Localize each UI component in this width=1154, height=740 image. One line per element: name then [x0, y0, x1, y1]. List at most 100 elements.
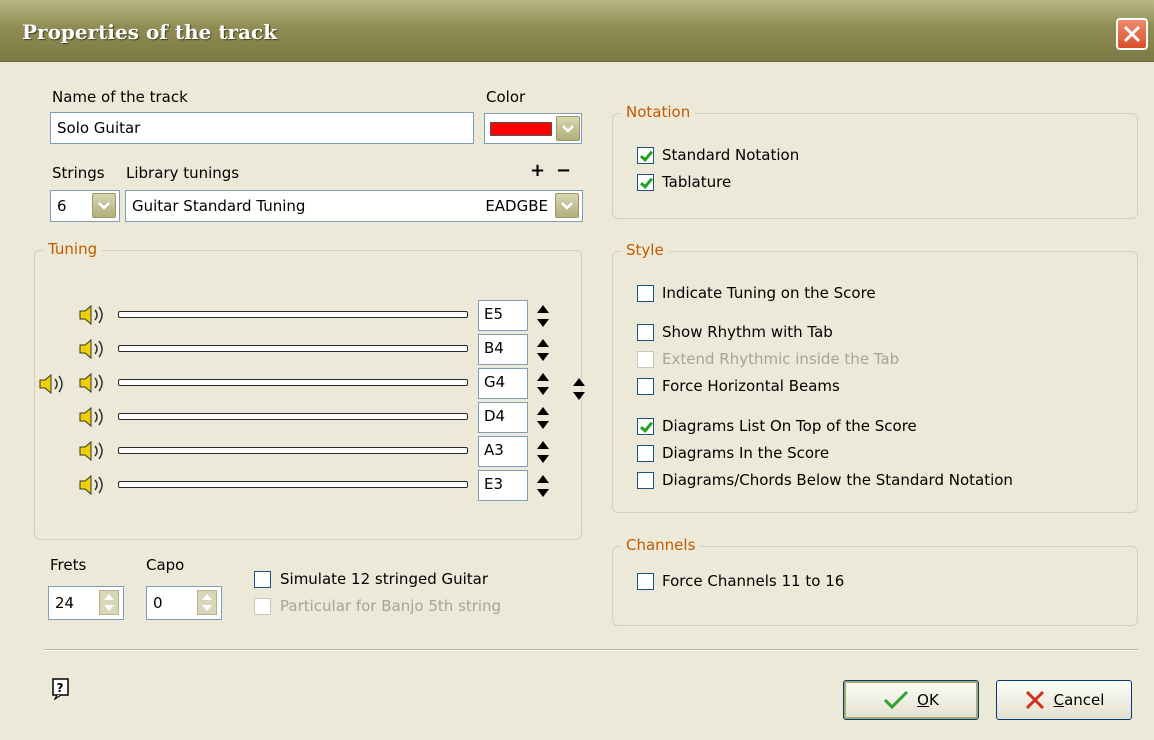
diagrams-chords-below-the-standard-notation-checkbox[interactable] [637, 472, 654, 489]
library-tunings-label: Library tunings [126, 164, 240, 182]
frets-input[interactable]: 24 [48, 586, 124, 620]
force-channels-11-to-16-checkbox[interactable] [637, 573, 654, 590]
tuning-note: E5 [484, 305, 504, 323]
string-line [118, 379, 468, 386]
strings-dropdown-button[interactable] [92, 193, 116, 218]
string-line [118, 311, 468, 318]
help-icon[interactable]: ? [52, 678, 70, 701]
tablature-label: Tablature [662, 173, 732, 191]
ok-label: OK [917, 691, 939, 709]
library-tunings-select[interactable]: Guitar Standard Tuning EADGBE [125, 190, 583, 222]
capo-input[interactable]: 0 [146, 586, 222, 620]
style-group-title: Style [621, 241, 669, 259]
string-line [118, 345, 468, 352]
spinner-arrows-icon [202, 594, 212, 611]
force-channels-11-to-16-label: Force Channels 11 to 16 [662, 572, 845, 590]
banjo-5th-string-checkbox [254, 598, 271, 615]
spinner-arrows-icon [104, 594, 114, 611]
capo-label: Capo [146, 556, 185, 574]
tuning-note-field[interactable]: D4 [478, 402, 528, 433]
extend-rhythmic-inside-the-tab-label: Extend Rhythmic inside the Tab [662, 350, 900, 368]
tuning-note-field[interactable]: A3 [478, 436, 528, 467]
tablature-checkbox[interactable] [637, 174, 654, 191]
color-picker[interactable] [484, 113, 582, 144]
close-button[interactable] [1116, 18, 1148, 50]
strings-select[interactable]: 6 [50, 190, 120, 222]
standard-notation-label: Standard Notation [662, 146, 800, 164]
up-down-arrows-icon[interactable] [536, 473, 550, 499]
capo-value: 0 [153, 594, 163, 612]
indicate-tuning-on-the-score-label: Indicate Tuning on the Score [662, 284, 876, 302]
diagrams-in-the-score-label: Diagrams In the Score [662, 444, 830, 462]
extend-rhythmic-inside-the-tab-checkbox [637, 351, 654, 368]
string-line [118, 413, 468, 420]
indicate-tuning-on-the-score-checkbox[interactable] [637, 285, 654, 302]
remove-tuning-button[interactable]: − [556, 160, 571, 181]
simulate-12-string-checkbox[interactable] [254, 571, 271, 588]
speaker-icon[interactable] [78, 372, 108, 394]
window-title: Properties of the track [22, 20, 278, 44]
speaker-icon[interactable] [78, 338, 108, 360]
up-down-arrows-icon[interactable] [536, 405, 550, 431]
diagrams-list-on-top-of-the-score-label: Diagrams List On Top of the Score [662, 417, 917, 435]
title-bar: Properties of the track [0, 0, 1154, 62]
tuning-note: B4 [484, 339, 504, 357]
up-down-arrows-icon[interactable] [536, 439, 550, 465]
color-label: Color [486, 88, 526, 106]
tuning-note-field[interactable]: E3 [478, 470, 528, 501]
banjo-5th-string-label: Particular for Banjo 5th string [280, 597, 502, 615]
speaker-icon[interactable] [38, 373, 68, 395]
tuning-note-field[interactable]: B4 [478, 334, 528, 365]
tuning-code: EADGBE [485, 197, 548, 215]
chevron-down-icon [562, 125, 574, 133]
force-horizontal-beams-checkbox[interactable] [637, 378, 654, 395]
tuning-name: Guitar Standard Tuning [132, 197, 306, 215]
frets-spinner[interactable] [99, 590, 119, 615]
add-tuning-button[interactable]: + [530, 160, 545, 181]
string-line [118, 447, 468, 454]
close-icon [1123, 25, 1141, 43]
notation-group: Notation [612, 103, 1138, 219]
track-name-input[interactable]: Solo Guitar [50, 112, 474, 144]
diagrams-in-the-score-checkbox[interactable] [637, 445, 654, 462]
svg-text:?: ? [57, 681, 64, 695]
tuning-note: G4 [484, 373, 506, 391]
chevron-down-icon [561, 202, 573, 210]
up-down-arrows-icon[interactable] [536, 371, 550, 397]
up-down-arrows-icon[interactable] [536, 303, 550, 329]
strings-value: 6 [57, 197, 67, 215]
notation-group-title: Notation [621, 103, 696, 121]
simulate-12-string-label: Simulate 12 stringed Guitar [280, 570, 489, 588]
tuning-note-field[interactable]: E5 [478, 300, 528, 331]
track-name-label: Name of the track [52, 88, 188, 106]
frets-value: 24 [55, 594, 75, 612]
tuning-note: D4 [484, 407, 506, 425]
cross-icon [1025, 690, 1044, 710]
color-dropdown-button[interactable] [556, 116, 580, 141]
cancel-label: Cancel [1053, 691, 1105, 709]
strings-label: Strings [52, 164, 105, 182]
footer-separator [44, 649, 1138, 651]
channels-group-title: Channels [621, 536, 701, 554]
library-dropdown-button[interactable] [555, 193, 579, 218]
tuning-note: E3 [484, 475, 504, 493]
ok-button[interactable]: OK [843, 680, 979, 720]
up-down-arrows-icon[interactable] [572, 376, 586, 402]
speaker-icon[interactable] [78, 304, 108, 326]
standard-notation-checkbox[interactable] [637, 147, 654, 164]
capo-spinner[interactable] [197, 590, 217, 615]
tuning-group-title: Tuning [43, 240, 103, 258]
track-name-value: Solo Guitar [57, 119, 141, 137]
up-down-arrows-icon[interactable] [536, 337, 550, 363]
speaker-icon[interactable] [78, 406, 108, 428]
check-icon [884, 690, 909, 710]
string-line [118, 481, 468, 488]
speaker-icon[interactable] [78, 440, 108, 462]
show-rhythm-with-tab-label: Show Rhythm with Tab [662, 323, 833, 341]
show-rhythm-with-tab-checkbox[interactable] [637, 324, 654, 341]
diagrams-list-on-top-of-the-score-checkbox[interactable] [637, 418, 654, 435]
speaker-icon[interactable] [78, 474, 108, 496]
tuning-note-field[interactable]: G4 [478, 368, 528, 399]
cancel-button[interactable]: Cancel [996, 680, 1132, 720]
tuning-note: A3 [484, 441, 504, 459]
